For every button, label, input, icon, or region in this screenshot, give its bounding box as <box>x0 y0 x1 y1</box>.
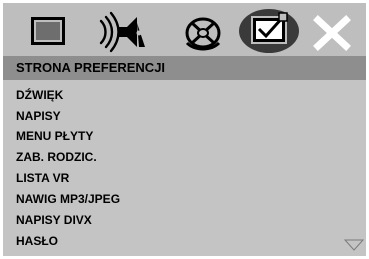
menu-item-napisy[interactable]: NAPISY <box>16 106 61 126</box>
scroll-down-triangle-icon[interactable] <box>343 238 365 256</box>
close-icon[interactable] <box>308 3 369 58</box>
menu-item-haslo[interactable]: HASŁO <box>16 231 58 251</box>
page-title: STRONA PREFERENCJI <box>3 56 366 80</box>
menu-item-dzwiek[interactable]: DŹWIĘK <box>16 85 63 105</box>
menu-item-menu-plyty[interactable]: MENU PŁYTY <box>16 126 93 146</box>
menu-list: DŹWIĘK NAPISY MENU PŁYTY ZAB. RODZIC. LI… <box>3 80 366 256</box>
icon-bar <box>3 3 366 58</box>
menu-item-zab-rodzic[interactable]: ZAB. RODZIC. <box>16 147 97 167</box>
osd-setup-menu: STRONA PREFERENCJI DŹWIĘK NAPISY MENU PŁ… <box>0 0 369 259</box>
tv-screen-icon[interactable] <box>23 3 95 58</box>
menu-item-napisy-divx[interactable]: NAPISY DIVX <box>16 210 92 230</box>
menu-item-nawig-mp3[interactable]: NAWIG MP3/JPEG <box>16 189 120 209</box>
speaker-sound-icon[interactable] <box>95 3 167 58</box>
menu-item-lista-vr[interactable]: LISTA VR <box>16 168 69 188</box>
preference-check-icon[interactable] <box>233 3 305 58</box>
